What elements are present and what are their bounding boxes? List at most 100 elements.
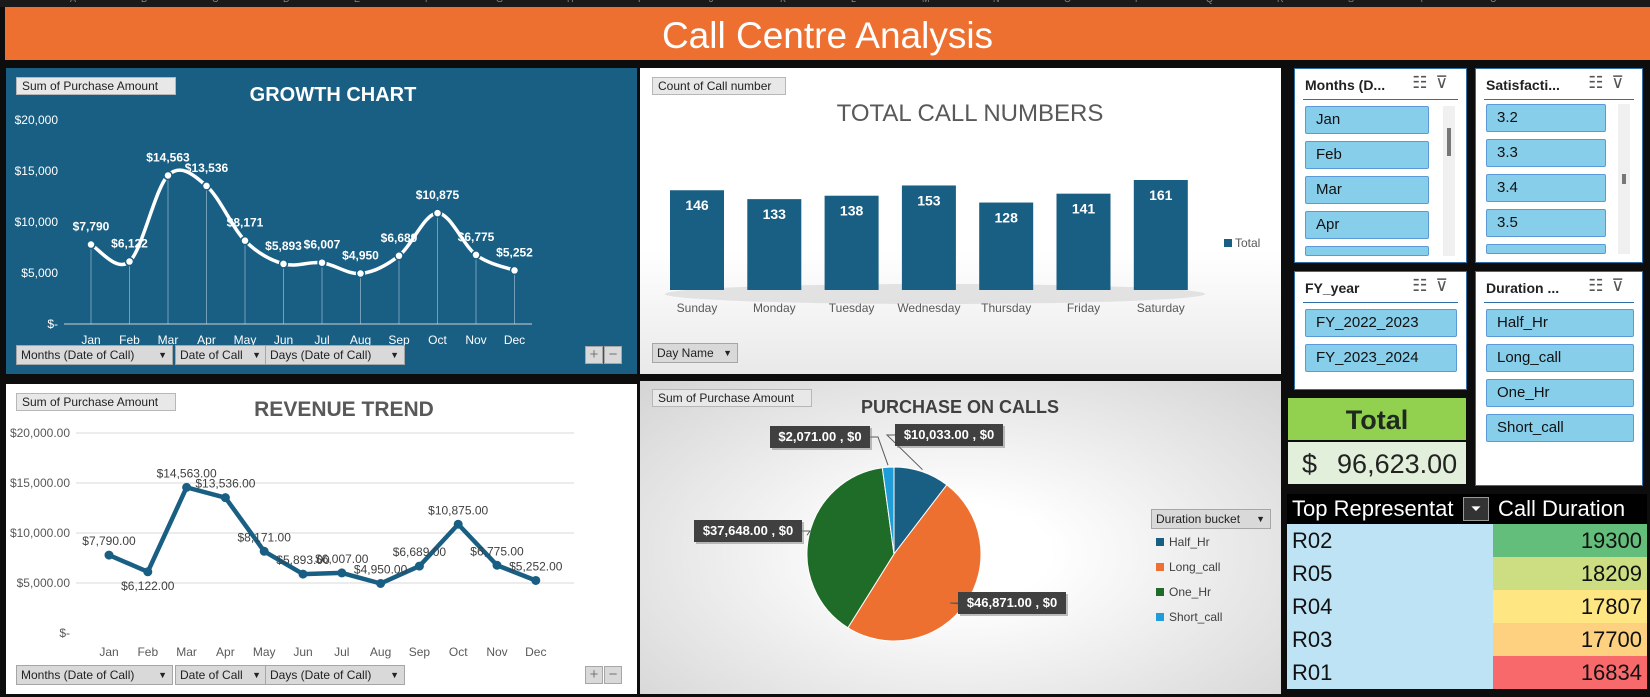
slicer-item-apr[interactable]: Apr bbox=[1305, 211, 1429, 239]
day-name-axis-button[interactable]: Day Name ▼ bbox=[652, 343, 738, 363]
slicer-item-partial[interactable] bbox=[1486, 244, 1606, 254]
data-label: $6,775.00 bbox=[470, 544, 524, 558]
growth-value-field-button[interactable]: Sum of Purchase Amount bbox=[16, 77, 176, 95]
y-tick-label: $15,000 bbox=[15, 164, 59, 178]
table-row[interactable]: R04 17807 bbox=[1287, 590, 1647, 623]
growth-chart-panel[interactable]: $- $5,000 $10,000 $15,000 $20,000 $7,790 Jan $6… bbox=[6, 68, 637, 374]
column-letter[interactable]: H bbox=[567, 0, 574, 4]
trend-months-filter[interactable]: Months (Date of Call) ▼ bbox=[16, 665, 173, 685]
call-numbers-panel[interactable]: 146 Sunday 133 Monday 138 Tuesday 153 Wednesday… bbox=[640, 68, 1281, 374]
calls-value-field-button[interactable]: Count of Call number bbox=[652, 77, 786, 95]
bar-value-label: 161 bbox=[1149, 187, 1173, 203]
column-letter[interactable]: O bbox=[1064, 0, 1071, 4]
legend-label: Long_call bbox=[1169, 560, 1221, 574]
bar-value-label: 153 bbox=[917, 192, 941, 208]
duration-cell: 19300 bbox=[1493, 524, 1647, 557]
rep-header-label: Top Representat bbox=[1292, 496, 1454, 521]
column-letter[interactable]: I bbox=[638, 0, 641, 4]
slicer-item-3-5[interactable]: 3.5 bbox=[1486, 209, 1606, 237]
column-letter[interactable]: G bbox=[496, 0, 503, 4]
column-letter[interactable]: R bbox=[1277, 0, 1284, 4]
column-letter[interactable]: K bbox=[780, 0, 786, 4]
multi-select-icon[interactable]: ☷ bbox=[1412, 276, 1435, 295]
legend-item: Half_Hr bbox=[1156, 535, 1222, 560]
trend-days-filter[interactable]: Days (Date of Call) ▼ bbox=[265, 665, 405, 685]
slicer-item-mar[interactable]: Mar bbox=[1305, 176, 1429, 204]
column-letter[interactable]: U bbox=[1490, 0, 1497, 4]
scrollbar-thumb[interactable] bbox=[1447, 128, 1451, 156]
multi-select-icon[interactable]: ☷ bbox=[1412, 73, 1435, 92]
slicer-item-short-call[interactable]: Short_call bbox=[1486, 414, 1634, 442]
data-label: $6,122 bbox=[111, 237, 148, 251]
clear-filter-icon[interactable]: ⊽ bbox=[1612, 73, 1632, 92]
slicer-item-3-4[interactable]: 3.4 bbox=[1486, 174, 1606, 202]
column-letter[interactable]: L bbox=[851, 0, 856, 4]
column-letter[interactable]: J bbox=[709, 0, 714, 4]
column-letter[interactable]: S bbox=[1348, 0, 1354, 4]
months-slicer[interactable]: Months (D... ☷⊽ Jan Feb Mar Apr bbox=[1294, 68, 1467, 263]
column-letter[interactable]: D bbox=[283, 0, 290, 4]
expand-field-button[interactable]: + bbox=[585, 346, 603, 364]
x-tick-label: Jul bbox=[334, 645, 349, 659]
clear-filter-icon[interactable]: ⊽ bbox=[1436, 73, 1456, 92]
total-revenue-label: Total Revenue bbox=[1288, 398, 1466, 479]
trend-value-field-button[interactable]: Sum of Purchase Amount bbox=[16, 393, 176, 411]
dashboard-title: Call Centre Analysis bbox=[5, 7, 1650, 60]
trend-date-filter[interactable]: Date of Call ▼ bbox=[175, 665, 267, 685]
x-tick-label: Apr bbox=[216, 645, 235, 659]
collapse-field-button[interactable]: − bbox=[604, 346, 622, 364]
table-header-row: Top Representat ⏷ Call Duration bbox=[1287, 494, 1647, 524]
duration-slicer[interactable]: Duration ... ☷⊽ Half_Hr Long_call One_Hr… bbox=[1475, 271, 1643, 486]
column-letter[interactable]: T bbox=[1419, 0, 1425, 4]
slicer-item-3-2[interactable]: 3.2 bbox=[1486, 104, 1606, 132]
satisfaction-slicer-title: Satisfacti... bbox=[1486, 77, 1560, 93]
table-row[interactable]: R05 18209 bbox=[1287, 557, 1647, 590]
sort-filter-icon[interactable]: ⏷ bbox=[1463, 497, 1489, 521]
growth-months-filter[interactable]: Months (Date of Call) ▼ bbox=[16, 345, 173, 365]
slicer-item-one-hr[interactable]: One_Hr bbox=[1486, 379, 1634, 407]
purchase-panel[interactable]: $10,033.00 , $0 $46,871.00 , $0 $37,648.00… bbox=[640, 381, 1281, 694]
revenue-trend-panel[interactable]: $- $5,000.00 $10,000.00 $15,000.00 $20,000.0… bbox=[6, 384, 637, 694]
column-letter[interactable]: M bbox=[922, 0, 930, 4]
expand-field-button[interactable]: + bbox=[585, 666, 603, 684]
multi-select-icon[interactable]: ☷ bbox=[1588, 73, 1611, 92]
slicer-item-3-3[interactable]: 3.3 bbox=[1486, 139, 1606, 167]
table-row[interactable]: R01 16834 bbox=[1287, 656, 1647, 689]
y-tick-label: $- bbox=[47, 317, 58, 331]
table-row[interactable]: R02 19300 bbox=[1287, 524, 1647, 557]
column-letter[interactable]: B bbox=[141, 0, 147, 4]
collapse-field-button[interactable]: − bbox=[604, 666, 622, 684]
table-row[interactable]: R03 17700 bbox=[1287, 623, 1647, 656]
y-tick-label: $15,000.00 bbox=[10, 476, 70, 490]
column-letter[interactable]: P bbox=[1135, 0, 1141, 4]
purchase-chart-title: PURCHASE ON CALLS bbox=[860, 397, 1059, 417]
satisfaction-slicer[interactable]: Satisfacti... ☷⊽ 3.2 3.3 3.4 3.5 bbox=[1475, 68, 1643, 263]
clear-filter-icon[interactable]: ⊽ bbox=[1436, 276, 1456, 295]
slicer-item-fy-2022-2023[interactable]: FY_2022_2023 bbox=[1305, 309, 1457, 337]
clear-filter-icon[interactable]: ⊽ bbox=[1612, 276, 1632, 295]
slicer-item-jan[interactable]: Jan bbox=[1305, 106, 1429, 134]
chevron-down-icon: ▼ bbox=[390, 350, 399, 360]
x-tick-label: Sunday bbox=[677, 301, 718, 315]
growth-days-filter[interactable]: Days (Date of Call) ▼ bbox=[265, 345, 405, 365]
growth-date-filter[interactable]: Date of Call ▼ bbox=[175, 345, 267, 365]
column-letter[interactable]: Q bbox=[1206, 0, 1213, 4]
column-letter[interactable]: F bbox=[425, 0, 431, 4]
column-letter[interactable]: N bbox=[993, 0, 1000, 4]
slicer-item-feb[interactable]: Feb bbox=[1305, 141, 1429, 169]
scrollbar-thumb[interactable] bbox=[1622, 174, 1626, 184]
months-slicer-scrollbar[interactable] bbox=[1443, 106, 1455, 256]
slicer-item-partial[interactable] bbox=[1305, 246, 1429, 256]
slicer-item-long-call[interactable]: Long_call bbox=[1486, 344, 1634, 372]
multi-select-icon[interactable]: ☷ bbox=[1588, 276, 1611, 295]
rep-column-header[interactable]: Top Representat ⏷ bbox=[1287, 494, 1493, 524]
slicer-item-fy-2023-2024[interactable]: FY_2023_2024 bbox=[1305, 344, 1457, 372]
column-letter[interactable]: C bbox=[212, 0, 219, 4]
column-letter[interactable]: A bbox=[70, 0, 76, 4]
slicer-item-half-hr[interactable]: Half_Hr bbox=[1486, 309, 1634, 337]
column-letter[interactable]: E bbox=[354, 0, 360, 4]
fy-year-slicer[interactable]: FY_year ☷⊽ FY_2022_2023 FY_2023_2024 bbox=[1294, 271, 1467, 390]
satisfaction-slicer-scrollbar[interactable] bbox=[1618, 104, 1630, 254]
duration-bucket-legend-button[interactable]: Duration bucket ▼ bbox=[1151, 509, 1271, 529]
purchase-value-field-button[interactable]: Sum of Purchase Amount bbox=[652, 389, 812, 407]
